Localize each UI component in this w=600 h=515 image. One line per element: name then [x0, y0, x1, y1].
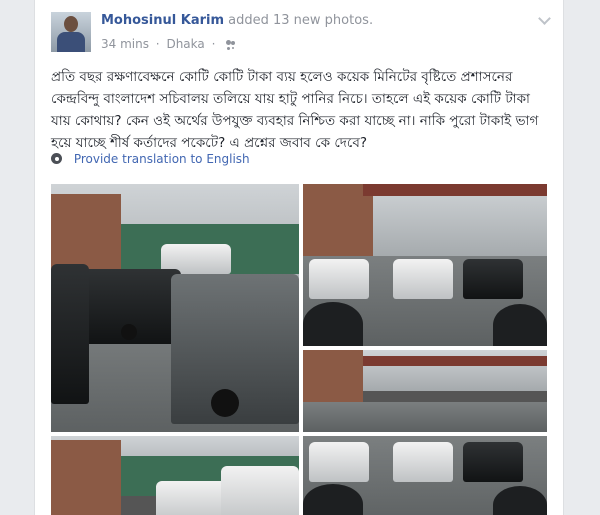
post-time[interactable]: 34 mins: [101, 37, 149, 51]
post-header: Mohosinul Karim added 13 new photos.: [101, 13, 373, 28]
photo-wheel: [121, 324, 137, 340]
post-action: added 13 new photos.: [228, 13, 374, 28]
photo-car: [309, 442, 369, 482]
photo-ground: [303, 402, 547, 432]
avatar-head: [64, 16, 78, 32]
post-meta: 34 mins · Dhaka ·: [101, 37, 237, 51]
photo-car: [309, 259, 369, 299]
post-location[interactable]: Dhaka: [166, 37, 204, 51]
photo-umbrella: [493, 304, 547, 346]
gear-icon: [51, 153, 62, 164]
photo-beam: [363, 356, 547, 366]
meta-separator-2: ·: [211, 37, 216, 51]
meta-separator: ·: [155, 37, 160, 51]
photo-1[interactable]: [51, 184, 299, 432]
avatar[interactable]: [51, 12, 91, 52]
photo-grid: [51, 184, 547, 515]
photo-car: [463, 442, 523, 482]
photo-beam: [363, 184, 547, 196]
translate-label[interactable]: Provide translation to English: [74, 152, 250, 166]
photo-umbrella: [303, 302, 363, 346]
avatar-body: [57, 32, 85, 52]
photo-car: [393, 259, 453, 299]
post-text: প্রতি বছর রক্ষণাবেক্ষনে কোটি কোটি টাকা ব…: [51, 69, 539, 151]
photo-car: [463, 259, 523, 299]
translate-link[interactable]: Provide translation to English: [51, 152, 250, 166]
photo-wheel: [211, 389, 239, 417]
photo-car: [51, 264, 89, 404]
photo-building: [303, 350, 363, 410]
photo-3[interactable]: [303, 350, 547, 432]
author-name[interactable]: Mohosinul Karim: [101, 13, 224, 28]
photo-2[interactable]: [303, 184, 547, 346]
chevron-down-icon[interactable]: [538, 12, 551, 25]
photo-car: [221, 466, 299, 515]
photo-5[interactable]: [303, 436, 547, 515]
photo-building: [303, 184, 373, 264]
photo-4[interactable]: [51, 436, 299, 515]
post-card: Mohosinul Karim added 13 new photos. 34 …: [34, 0, 564, 515]
photo-building: [51, 440, 121, 515]
friends-icon[interactable]: [225, 39, 237, 50]
photo-car: [393, 442, 453, 482]
